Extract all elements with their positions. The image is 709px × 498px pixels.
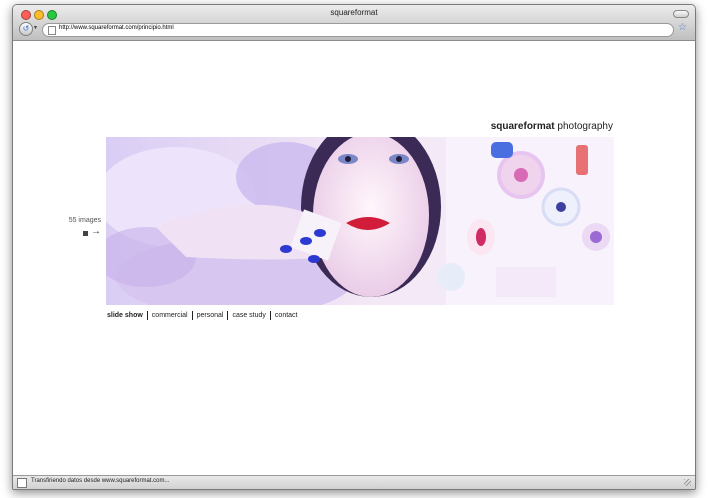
window-title: squareformat [330,8,378,17]
nav-contact[interactable]: contact [271,311,302,320]
toolbar-toggle-button[interactable] [673,10,689,18]
nav-commercial[interactable]: commercial [148,311,193,320]
page-content: squareformat photography 55 images → sli… [13,41,695,475]
bookmark-star-icon[interactable]: ☆ [678,22,687,33]
site-navigation: slide show commercial personal case study co… [106,311,302,320]
back-arrow-icon: ↺ [22,24,30,33]
hero-photo[interactable] [106,137,614,305]
nav-slide-show[interactable]: slide show [106,311,148,320]
status-page-icon [17,478,27,488]
status-bar: Transfiriendo datos desde www.squareform… [13,475,695,489]
history-dropdown-icon[interactable]: ▼ [33,25,38,31]
brand-bold: squareformat [490,121,555,132]
slideshow-controls: → [83,226,103,238]
address-bar[interactable]: http://www.squareformat.com/principio.ht… [42,23,674,37]
nav-case-study[interactable]: case study [228,311,271,320]
brand-light: photography [554,121,613,132]
browser-window: squareformat ↺ ▼ http://www.squareformat… [12,4,696,490]
site-brand[interactable]: squareformat photography [473,121,613,132]
back-button[interactable]: ↺ [19,22,33,36]
nav-personal[interactable]: personal [193,311,229,320]
resize-grip-icon[interactable] [684,479,691,486]
url-text[interactable]: http://www.squareformat.com/principio.ht… [59,25,174,31]
status-text: Transfiriendo datos desde www.squareform… [31,478,170,484]
image-count: 55 images [68,217,101,224]
stop-icon[interactable] [83,231,88,236]
next-arrow-icon[interactable]: → [91,226,101,237]
title-bar: squareformat ↺ ▼ http://www.squareformat… [13,5,695,41]
hero-photo-illustration [106,137,614,305]
page-icon [48,26,56,35]
